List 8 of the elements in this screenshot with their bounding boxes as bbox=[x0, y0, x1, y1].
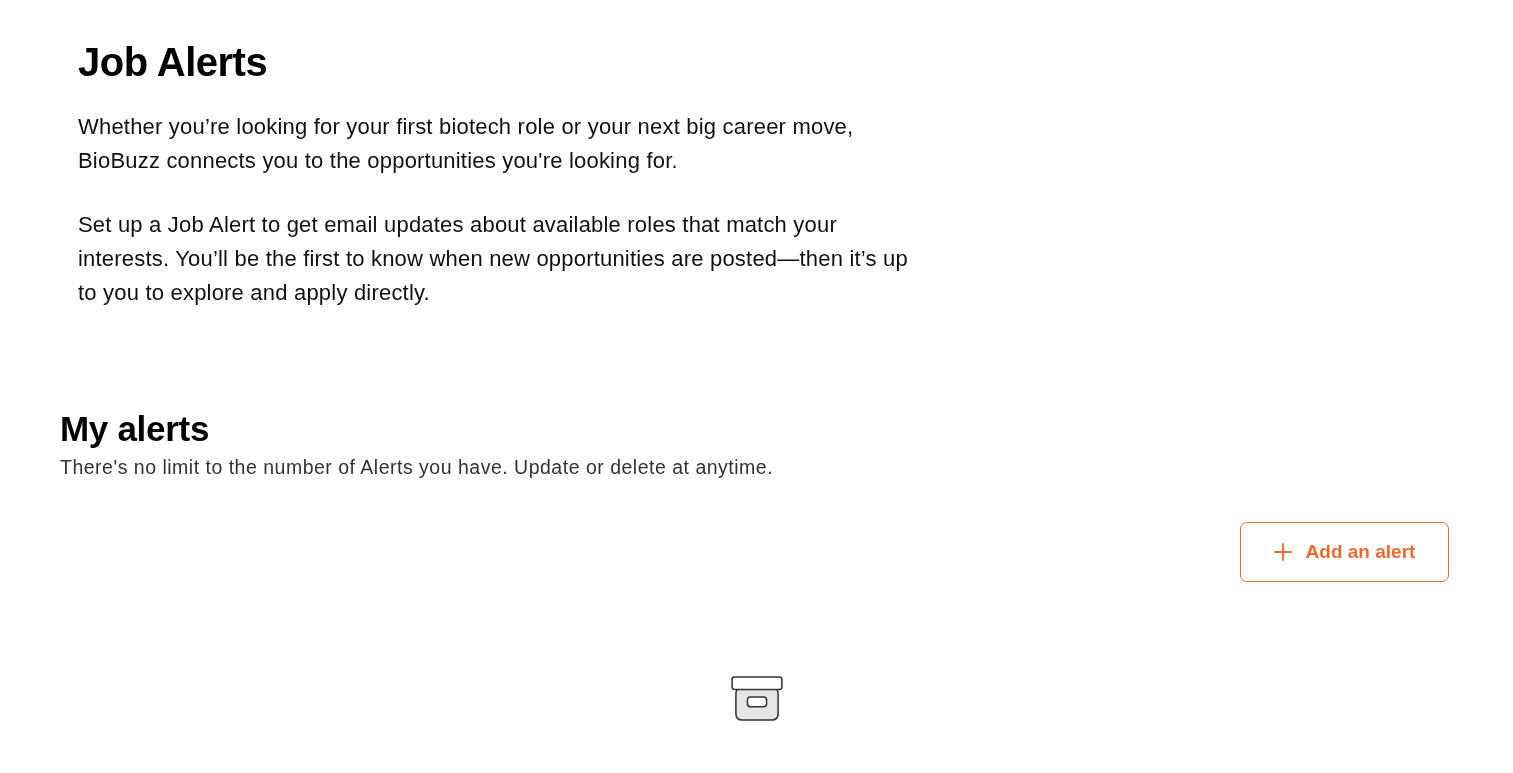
section-subtitle: There's no limit to the number of Alerts you have. Update or delete at anytime. bbox=[60, 455, 775, 480]
storage-box-icon bbox=[730, 676, 783, 722]
intro-paragraph: Set up a Job Alert to get email updates about available roles that match your interests. You’ll be the first to know when new opportunities are posted—then it’s up to you to explore and apply directly. bbox=[78, 211, 909, 307]
intro-paragraph: Whether you’re looking for your first biotech role or your next big career move, BioBuzz connects you to the opportunities you're looking for. bbox=[78, 113, 855, 175]
section-title: My alerts bbox=[60, 408, 211, 450]
add-alert-button[interactable]: Add an alert bbox=[1240, 522, 1449, 582]
plus-icon bbox=[1273, 543, 1292, 561]
page-title: Job Alerts bbox=[78, 39, 269, 86]
